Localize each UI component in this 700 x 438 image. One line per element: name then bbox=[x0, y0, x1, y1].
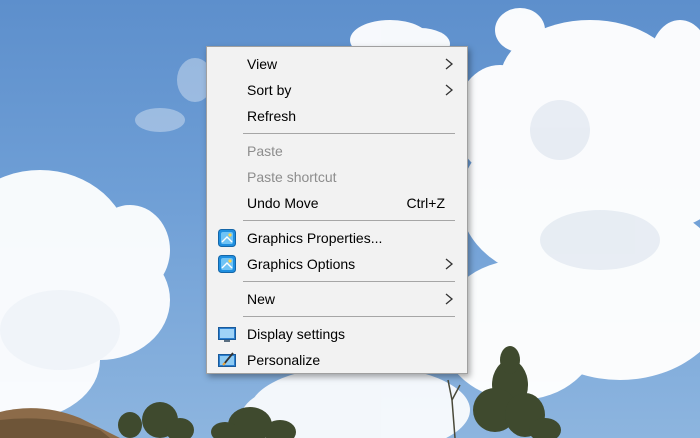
chevron-right-icon bbox=[445, 258, 454, 270]
menu-item-paste-shortcut[interactable]: Paste shortcut bbox=[207, 164, 467, 190]
chevron-right-icon bbox=[445, 84, 454, 96]
chevron-right-icon bbox=[445, 293, 454, 305]
menu-item-label: Undo Move bbox=[247, 195, 319, 211]
personalize-icon bbox=[218, 352, 236, 367]
menu-item-label: New bbox=[247, 291, 276, 307]
menu-item-view[interactable]: View bbox=[207, 51, 467, 77]
menu-item-personalize[interactable]: Personalize bbox=[207, 347, 467, 373]
menu-item-display-settings[interactable]: Display settings bbox=[207, 321, 467, 347]
menu-item-label: Graphics Options bbox=[247, 256, 356, 272]
menu-item-label: Paste shortcut bbox=[247, 169, 337, 185]
menu-item-label: Paste bbox=[247, 143, 283, 159]
intel-graphics-icon bbox=[218, 229, 236, 247]
desktop-background[interactable]: View Sort by Refresh Paste Paste shortcu… bbox=[0, 0, 700, 438]
menu-item-label: Graphics Properties... bbox=[247, 230, 383, 246]
intel-graphics-icon bbox=[218, 255, 236, 273]
menu-separator bbox=[243, 220, 455, 221]
menu-separator bbox=[243, 133, 455, 134]
display-settings-icon bbox=[218, 327, 236, 342]
menu-item-label: Personalize bbox=[247, 352, 321, 368]
menu-item-graphics-options[interactable]: Graphics Options bbox=[207, 251, 467, 277]
menu-item-undo-move[interactable]: Undo Move Ctrl+Z bbox=[207, 190, 467, 216]
menu-item-refresh[interactable]: Refresh bbox=[207, 103, 467, 129]
menu-item-label: Display settings bbox=[247, 326, 346, 342]
menu-item-label: Sort by bbox=[247, 82, 292, 98]
keyboard-shortcut: Ctrl+Z bbox=[406, 195, 446, 211]
menu-item-sort-by[interactable]: Sort by bbox=[207, 77, 467, 103]
menu-item-label: View bbox=[247, 56, 278, 72]
menu-separator bbox=[243, 281, 455, 282]
menu-item-new[interactable]: New bbox=[207, 286, 467, 312]
menu-item-paste[interactable]: Paste bbox=[207, 138, 467, 164]
menu-separator bbox=[243, 316, 455, 317]
chevron-right-icon bbox=[445, 58, 454, 70]
menu-item-graphics-properties[interactable]: Graphics Properties... bbox=[207, 225, 467, 251]
menu-item-label: Refresh bbox=[247, 108, 297, 124]
desktop-context-menu: View Sort by Refresh Paste Paste shortcu… bbox=[206, 46, 468, 374]
